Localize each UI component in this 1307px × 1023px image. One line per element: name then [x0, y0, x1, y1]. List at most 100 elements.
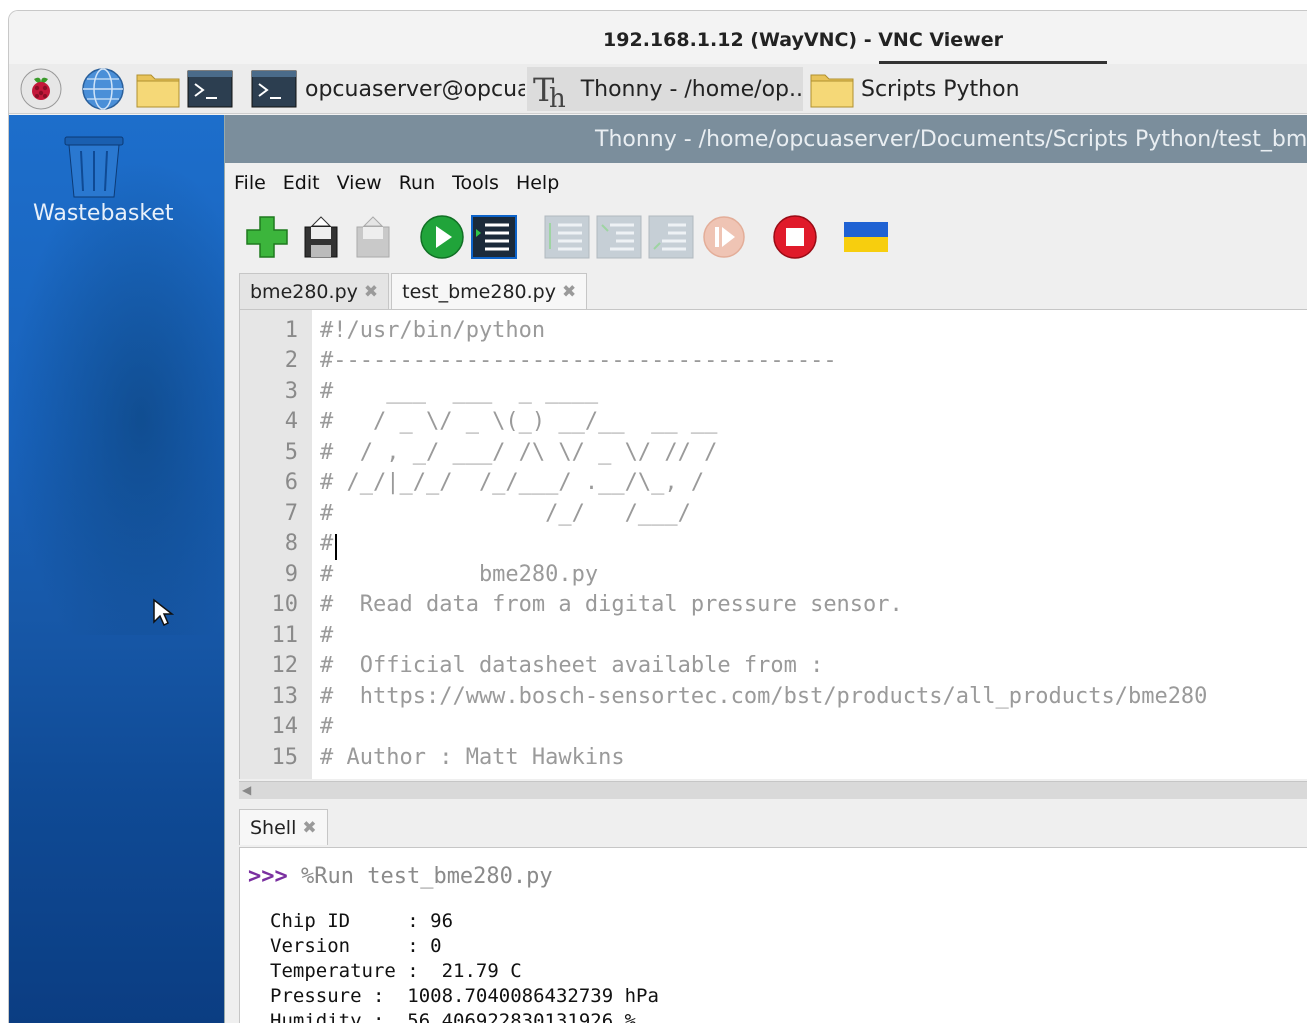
shell-command: %Run test_bme280.py [287, 864, 553, 889]
vnc-titlebar[interactable]: 192.168.1.12 (WayVNC) - VNC Viewer [9, 11, 1307, 64]
code-line: #!/usr/bin/python [320, 318, 546, 343]
menu-run[interactable]: Run [399, 172, 435, 194]
menu-help[interactable]: Help [516, 172, 559, 194]
line-number-gutter: 1 2 3 4 5 6 7 8 9 10 11 12 13 14 15 [240, 310, 312, 779]
shell-output-line: Version : 0 [270, 935, 442, 957]
code-line: # Read data from a digital pressure sens… [320, 592, 903, 617]
web-browser-icon[interactable] [81, 64, 129, 114]
thonny-window-title: Thonny - /home/opcuaserver/Documents/Scr… [595, 126, 1307, 152]
svg-text:h: h [549, 84, 566, 109]
line-number: 4 [284, 409, 298, 434]
code-line: # /_/ /___/ [320, 501, 691, 526]
new-icon[interactable] [243, 213, 291, 261]
step-out-icon[interactable] [647, 213, 695, 261]
mouse-pointer-icon [152, 598, 175, 632]
ukraine-flag-icon[interactable] [842, 213, 890, 261]
terminal-icon[interactable] [187, 64, 235, 114]
file-manager-icon[interactable] [135, 64, 183, 114]
menu-tools[interactable]: Tools [452, 172, 499, 194]
editor-horizontal-scrollbar[interactable]: ◀ [239, 781, 1307, 799]
resume-icon[interactable] [700, 213, 748, 261]
line-number: 5 [284, 440, 298, 465]
line-number: 14 [271, 714, 299, 739]
code-line: # https://www.bosch-sensortec.com/bst/pr… [320, 684, 1208, 709]
task-terminal[interactable]: opcuaserver@opcua.. [247, 67, 525, 111]
shell-output-line: Temperature : 21.79 C [270, 960, 522, 982]
taskbar: opcuaserver@opcua.. T h Thonny - /home/o… [9, 64, 1307, 114]
step-into-icon[interactable] [595, 213, 643, 261]
code-line: # [320, 714, 334, 739]
line-number: 15 [271, 745, 299, 770]
tab-bme280[interactable]: bme280.py ✖ [239, 273, 390, 309]
line-number: 8 [284, 531, 298, 556]
shell-output-line: Pressure : 1008.7040086432739 hPa [270, 985, 659, 1007]
stop-icon[interactable] [771, 213, 819, 261]
editor-tabs: bme280.py ✖ test_bme280.py ✖ [239, 273, 589, 309]
line-number: 10 [271, 592, 299, 617]
menu-edit[interactable]: Edit [283, 172, 320, 194]
wastebasket-icon[interactable] [61, 135, 127, 199]
tab-label: Shell [250, 816, 297, 839]
task-label: Thonny - /home/op.. [580, 76, 803, 102]
menu-file[interactable]: File [234, 172, 266, 194]
code-line: # Author : Matt Hawkins [320, 745, 625, 770]
tab-test-bme280[interactable]: test_bme280.py ✖ [391, 273, 588, 309]
desktop-background: Wastebasket [9, 115, 229, 1023]
menu-view[interactable]: View [337, 172, 382, 194]
close-icon[interactable]: ✖ [364, 282, 378, 302]
scroll-left-icon[interactable]: ◀ [242, 783, 251, 797]
debug-icon[interactable] [470, 213, 518, 261]
thonny-titlebar[interactable]: Thonny - /home/opcuaserver/Documents/Scr… [225, 115, 1307, 163]
text-caret [335, 534, 337, 560]
vnc-viewer-window: 192.168.1.12 (WayVNC) - VNC Viewer opcua… [8, 10, 1307, 1023]
line-number: 7 [284, 501, 298, 526]
folder-icon [809, 69, 857, 109]
save-icon[interactable] [297, 213, 345, 261]
run-icon[interactable] [418, 213, 466, 261]
task-thonny[interactable]: T h Thonny - /home/op.. [527, 67, 803, 111]
close-icon[interactable]: ✖ [562, 282, 576, 302]
code-line: # bme280.py [320, 562, 599, 587]
thonny-window: Thonny - /home/opcuaserver/Documents/Scr… [224, 115, 1307, 1023]
code-line: # [320, 623, 334, 648]
wastebasket-label[interactable]: Wastebasket [33, 201, 173, 226]
menubar: File Edit View Run Tools Help [225, 163, 1307, 203]
line-number: 12 [271, 653, 299, 678]
code-line: # Official datasheet available from : [320, 653, 824, 678]
code-editor[interactable]: 1 2 3 4 5 6 7 8 9 10 11 12 13 14 15 #!/u… [239, 309, 1307, 779]
code-line: # / , _/ ___/ /\ \/ _ \/ // / [320, 440, 718, 465]
raspberry-pi-menu-icon[interactable] [19, 64, 67, 114]
line-number: 2 [284, 348, 298, 373]
toolbar [225, 205, 1307, 269]
code-line: #-------------------------------------- [320, 348, 837, 373]
step-over-icon[interactable] [543, 213, 591, 261]
terminal-icon [251, 70, 297, 108]
code-line: # [320, 531, 334, 556]
shell-tabs: Shell ✖ [239, 809, 330, 847]
code-line: # / _ \/ _ \(_) __/__ __ __ [320, 409, 718, 434]
line-number: 3 [284, 379, 298, 404]
shell-output-line: Chip ID : 96 [270, 910, 454, 932]
tab-label: test_bme280.py [402, 280, 556, 303]
shell-console[interactable]: >>> %Run test_bme280.py Chip ID : 96 Ver… [239, 847, 1307, 1023]
code-line: # ___ ___ _ ____ [320, 379, 599, 404]
task-scripts-python[interactable]: Scripts Python [805, 67, 1035, 111]
save-as-icon[interactable] [349, 213, 397, 261]
code-line: # /_/|_/_/ /_/___/ .__/\_, / [320, 470, 705, 495]
shell-prompt-line: >>> %Run test_bme280.py [248, 864, 553, 889]
close-icon[interactable]: ✖ [302, 818, 316, 838]
vnc-window-title: 192.168.1.12 (WayVNC) - VNC Viewer [603, 28, 1003, 51]
shell-output-line: Humidity : 56.406922830131926 % [270, 1010, 637, 1023]
desktop-wallpaper-shade [9, 155, 229, 635]
line-number: 1 [284, 318, 298, 343]
tab-shell[interactable]: Shell ✖ [239, 809, 328, 845]
thonny-icon: T h [531, 69, 575, 111]
shell-prompt: >>> [248, 864, 288, 889]
task-label: opcuaserver@opcua.. [305, 76, 525, 102]
line-number: 11 [271, 623, 299, 648]
task-label: Scripts Python [861, 76, 1020, 102]
line-number: 6 [284, 470, 298, 495]
tab-label: bme280.py [250, 280, 358, 303]
line-number: 9 [284, 562, 298, 587]
line-number: 13 [271, 684, 299, 709]
